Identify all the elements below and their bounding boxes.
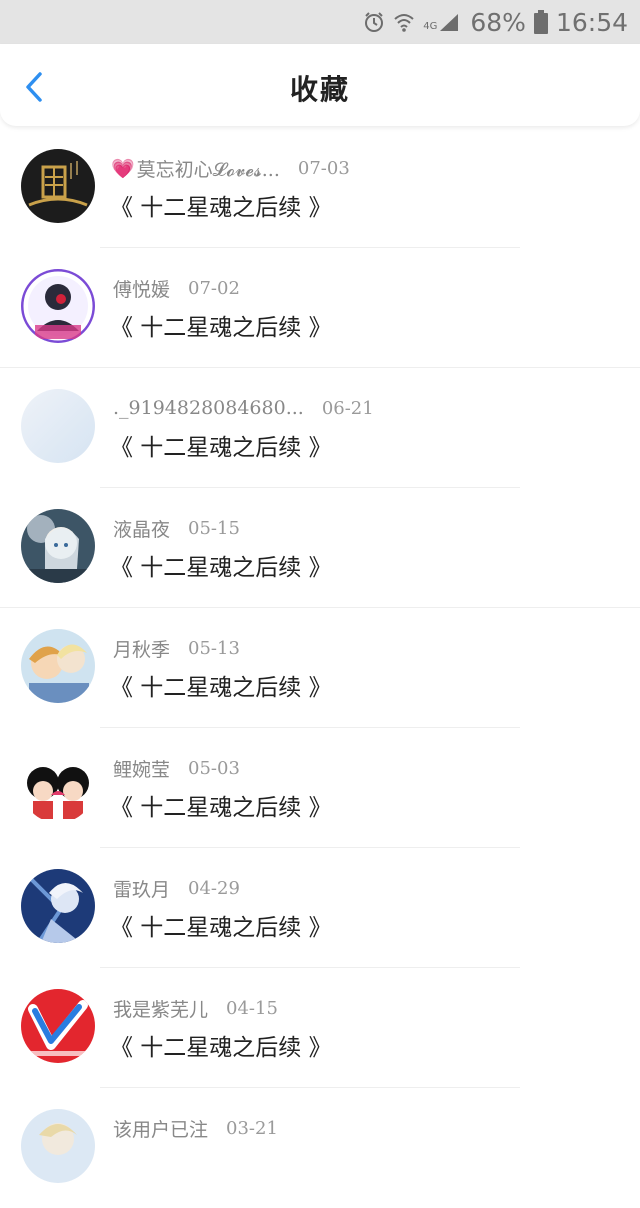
list-item[interactable]: 液晶夜 05-15 《 十二星魂之后续 》 xyxy=(0,488,640,608)
date: 05-03 xyxy=(188,757,240,779)
list-item[interactable]: ._9194828084680... 06-21 《 十二星魂之后续 》 xyxy=(0,368,640,488)
date: 06-21 xyxy=(321,397,374,419)
battery-icon xyxy=(533,10,548,34)
heart-icon: 💗 xyxy=(111,157,135,180)
username[interactable]: ._9194828084680... xyxy=(113,397,304,419)
avatar[interactable] xyxy=(21,149,95,223)
avatar[interactable] xyxy=(21,869,95,943)
username[interactable]: 液晶夜 xyxy=(113,515,170,542)
date: 07-03 xyxy=(297,157,350,179)
item-title[interactable]: 《 十二星魂之后续 》 xyxy=(110,668,332,702)
avatar[interactable] xyxy=(21,389,95,463)
avatar[interactable] xyxy=(21,509,95,583)
avatar[interactable] xyxy=(21,749,95,823)
list-item[interactable]: 月秋季 05-13 《 十二星魂之后续 》 xyxy=(0,608,640,728)
status-icons: 4G 68% 16:54 xyxy=(363,6,628,38)
clock-time: 16:54 xyxy=(555,7,628,37)
item-title[interactable]: 《 十二星魂之后续 》 xyxy=(110,188,332,222)
avatar[interactable] xyxy=(21,1109,95,1183)
list-item[interactable]: 雷玖月 04-29 《 十二星魂之后续 》 xyxy=(0,848,640,968)
username[interactable]: 我是紫芜儿 xyxy=(113,995,208,1022)
item-meta: 傅悦媛 07-02 xyxy=(111,274,240,302)
avatar[interactable] xyxy=(21,989,95,1063)
item-meta: 液晶夜 05-15 xyxy=(111,514,240,542)
item-meta: 雷玖月 04-29 xyxy=(111,874,240,902)
date: 07-02 xyxy=(188,277,240,299)
page-title: 收藏 xyxy=(289,73,350,106)
date: 05-13 xyxy=(188,637,240,659)
battery-percentage: 68% xyxy=(470,7,526,37)
username[interactable]: 鲤婉莹 xyxy=(113,755,170,782)
item-title[interactable]: 《 十二星魂之后续 》 xyxy=(110,788,332,822)
username[interactable]: 月秋季 xyxy=(113,635,170,662)
username[interactable]: 雷玖月 xyxy=(113,875,170,902)
date: 04-29 xyxy=(188,877,240,899)
avatar[interactable] xyxy=(21,629,95,703)
item-meta: 鲤婉莹 05-03 xyxy=(111,754,240,782)
list-item[interactable]: 我是紫芜儿 04-15 《 十二星魂之后续 》 xyxy=(0,968,640,1088)
alarm-icon xyxy=(363,11,385,33)
username[interactable]: 莫忘初心𝓛𝓸𝓿𝓮𝓼... xyxy=(137,155,280,182)
signal-icon: 4G xyxy=(423,12,460,32)
wifi-icon xyxy=(393,11,415,33)
item-title[interactable]: 《 十二星魂之后续 》 xyxy=(110,308,332,342)
username[interactable]: 该用户已注 xyxy=(113,1115,208,1142)
date: 04-15 xyxy=(226,997,278,1019)
item-title[interactable]: 《 十二星魂之后续 》 xyxy=(110,548,332,582)
date: 05-15 xyxy=(188,517,240,539)
item-meta: ._9194828084680... 06-21 xyxy=(111,394,374,422)
date: 03-21 xyxy=(226,1117,278,1139)
username[interactable]: 傅悦媛 xyxy=(113,275,170,302)
status-bar: 4G 68% 16:54 xyxy=(0,0,640,44)
avatar[interactable] xyxy=(21,269,95,343)
favorites-list: 💗 莫忘初心𝓛𝓸𝓿𝓮𝓼... 07-03 《 十二星魂之后续 》 傅悦媛 07-… xyxy=(0,128,640,1208)
item-meta: 月秋季 05-13 xyxy=(111,634,240,662)
list-item[interactable]: 傅悦媛 07-02 《 十二星魂之后续 》 xyxy=(0,248,640,368)
list-item[interactable]: 该用户已注 03-21 xyxy=(0,1088,640,1208)
item-title[interactable]: 《 十二星魂之后续 》 xyxy=(110,908,332,942)
item-title[interactable]: 《 十二星魂之后续 》 xyxy=(110,428,332,462)
list-item[interactable]: 鲤婉莹 05-03 《 十二星魂之后续 》 xyxy=(0,728,640,848)
item-title[interactable]: 《 十二星魂之后续 》 xyxy=(110,1028,332,1062)
network-type: 4G xyxy=(423,21,438,32)
app-header: 收藏 xyxy=(0,44,640,126)
item-meta: 💗 莫忘初心𝓛𝓸𝓿𝓮𝓼... 07-03 xyxy=(111,154,350,182)
list-item[interactable]: 💗 莫忘初心𝓛𝓸𝓿𝓮𝓼... 07-03 《 十二星魂之后续 》 xyxy=(0,128,640,248)
item-meta: 我是紫芜儿 04-15 xyxy=(111,994,278,1022)
